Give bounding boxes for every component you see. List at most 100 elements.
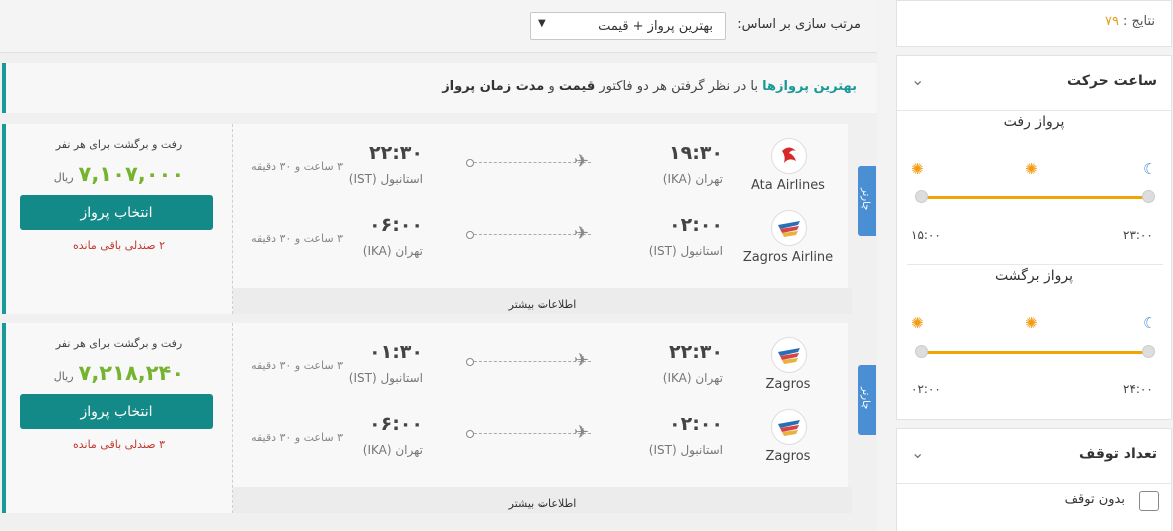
sunrise-icon: ✺ [911, 160, 924, 178]
ata-airlines-logo [771, 138, 807, 174]
arrival-city: تهران (IKA) [362, 244, 423, 258]
price-currency: ریال [53, 171, 74, 184]
results-label: نتایج : [1122, 14, 1155, 29]
departure-time-filter: ساعت حرکت ⌄ پرواز رفت ☾ ✺ ✺ ۱۵:۰۰ ۲۳:۰۰ … [896, 55, 1172, 420]
charter-tab[interactable]: چارتر [858, 166, 876, 236]
slider-min-handle[interactable] [915, 345, 928, 358]
route-dot [466, 430, 474, 438]
flight-duration: ۳ ساعت و ۳۰ دقیقه [251, 431, 343, 444]
flight-segment: Zagros Airline ۰۲:۰۰ استانبول (IST) ✈ ۰۶… [233, 202, 852, 266]
results-panel: مرتب سازی بر اساس: بهترین پرواز + قیمت ▼… [0, 0, 877, 531]
airplane-icon: ✈ [574, 151, 590, 172]
flight-duration: ۳ ساعت و ۳۰ دقیقه [251, 359, 343, 372]
stops-header[interactable]: تعداد توقف ⌄ [897, 429, 1171, 484]
seats-remaining: ۲ صندلی باقی مانده [72, 239, 166, 252]
route-line [466, 231, 591, 239]
divider [907, 264, 1163, 265]
slider-max-handle[interactable] [1142, 190, 1155, 203]
arrival-city: تهران (IKA) [362, 443, 423, 457]
flight-card: رفت و برگشت برای هر نفر ۷,۲۱۸,۲۴۰ ریال ان… [2, 323, 852, 513]
route-line [466, 159, 591, 167]
sort-bar: مرتب سازی بر اساس: بهترین پرواز + قیمت ▼ [0, 0, 877, 53]
results-box: نتایج :۷۹ [896, 0, 1172, 47]
return-min-time: ۰۲:۰۰ [911, 382, 941, 396]
route-dot [466, 358, 474, 366]
sort-select-value: بهترین پرواز + قیمت [598, 19, 713, 34]
flight-segment: Ata Airlines ۱۹:۳۰ تهران (IKA) ✈ ۲۲:۳۰ ا… [233, 130, 852, 194]
airline-name: Ata Airlines [751, 178, 825, 193]
sun-icon: ✺ [1025, 314, 1038, 332]
return-flight-title: پرواز برگشت [994, 268, 1073, 284]
departure-city: استانبول (IST) [648, 244, 723, 258]
results-count: نتایج :۷۹ [1105, 14, 1155, 29]
departure-city: استانبول (IST) [648, 443, 723, 457]
flight-card: رفت و برگشت برای هر نفر ۷,۱۰۷,۰۰۰ ریال ان… [2, 124, 852, 314]
price-value: ۷,۱۰۷,۰۰۰ [78, 162, 185, 186]
route-dot [466, 231, 474, 239]
arrival-city: استانبول (IST) [348, 371, 423, 385]
sunrise-icon: ✺ [911, 314, 924, 332]
moon-icon: ☾ [1143, 160, 1157, 178]
sort-select[interactable]: بهترین پرواز + قیمت ▼ [530, 12, 726, 40]
caret-down-icon: ▼ [538, 18, 546, 29]
price-currency: ریال [53, 370, 74, 383]
info-text-part: با در نظر گرفتن هر دو فاکتور [595, 79, 763, 94]
outbound-max-time: ۲۳:۰۰ [1123, 228, 1153, 242]
select-flight-button[interactable]: انتخاب پرواز [20, 394, 213, 429]
select-flight-button[interactable]: انتخاب پرواز [20, 195, 213, 230]
airplane-icon: ✈ [574, 422, 590, 443]
flight-segment: Zagros ۰۲:۰۰ استانبول (IST) ✈ ۰۶:۰۰ تهرا… [233, 401, 852, 465]
moon-icon: ☾ [1143, 314, 1157, 332]
departure-city: تهران (IKA) [662, 371, 723, 385]
price-value: ۷,۲۱۸,۲۴۰ [78, 361, 185, 385]
sun-icon: ✺ [1025, 160, 1038, 178]
departure-time-header[interactable]: ساعت حرکت ⌄ [897, 56, 1171, 111]
departure-time: ۰۲:۰۰ [669, 413, 723, 435]
zagros-logo [771, 210, 807, 246]
departure-city: تهران (IKA) [662, 172, 723, 186]
price-caption: رفت و برگشت برای هر نفر [55, 138, 183, 151]
route-line [466, 358, 591, 366]
zagros-logo [771, 337, 807, 373]
departure-time-title: ساعت حرکت [1066, 73, 1157, 89]
more-info-label: اطلاعات بیشتر [508, 298, 577, 311]
stops-title: تعداد توقف [1079, 446, 1157, 462]
return-time-slider[interactable] [915, 345, 1155, 358]
info-bold-duration: مدت زمان پرواز [442, 79, 545, 94]
route-line [466, 430, 591, 438]
slider-min-handle[interactable] [915, 190, 928, 203]
info-text: بهترین پروازها با در نظر گرفتن هر دو فاک… [442, 79, 857, 94]
nonstop-label: بدون توقف [1064, 492, 1125, 507]
info-text-part: و [544, 79, 559, 94]
chevron-down-icon: ⌄ [911, 70, 925, 89]
price-row: ۷,۲۱۸,۲۴۰ ریال [6, 361, 232, 385]
airline-name: Zagros Airline [742, 250, 834, 265]
info-banner: بهترین پروازها با در نظر گرفتن هر دو فاک… [2, 63, 877, 113]
arrival-time: ۰۱:۳۰ [369, 341, 423, 363]
departure-time: ۲۲:۳۰ [669, 341, 723, 363]
flight-duration: ۳ ساعت و ۳۰ دقیقه [251, 160, 343, 173]
airline-name: Zagros [765, 377, 811, 392]
more-info-label: اطلاعات بیشتر [508, 497, 577, 510]
outbound-min-time: ۱۵:۰۰ [911, 228, 941, 242]
arrival-time: ۰۶:۰۰ [369, 214, 423, 236]
flight-duration: ۳ ساعت و ۳۰ دقیقه [251, 232, 343, 245]
charter-tab[interactable]: چارتر [858, 365, 876, 435]
nonstop-checkbox[interactable] [1139, 491, 1159, 511]
departure-time: ۱۹:۳۰ [669, 142, 723, 164]
charter-label: چارتر [860, 188, 871, 211]
arrival-time: ۲۲:۳۰ [369, 142, 423, 164]
route-dot [466, 159, 474, 167]
outbound-time-slider[interactable] [915, 190, 1155, 203]
zagros-logo [771, 409, 807, 445]
more-info-bar[interactable]: ⌄ اطلاعات بیشتر [233, 487, 852, 513]
price-row: ۷,۱۰۷,۰۰۰ ریال [6, 162, 232, 186]
results-number: ۷۹ [1105, 14, 1119, 29]
stops-filter: تعداد توقف ⌄ [896, 428, 1172, 531]
more-info-bar[interactable]: ⌄ اطلاعات بیشتر [233, 288, 852, 314]
airplane-icon: ✈ [574, 350, 590, 371]
arrival-city: استانبول (IST) [348, 172, 423, 186]
slider-max-handle[interactable] [1142, 345, 1155, 358]
info-highlight: بهترین پروازها [762, 79, 857, 94]
return-max-time: ۲۴:۰۰ [1123, 382, 1153, 396]
